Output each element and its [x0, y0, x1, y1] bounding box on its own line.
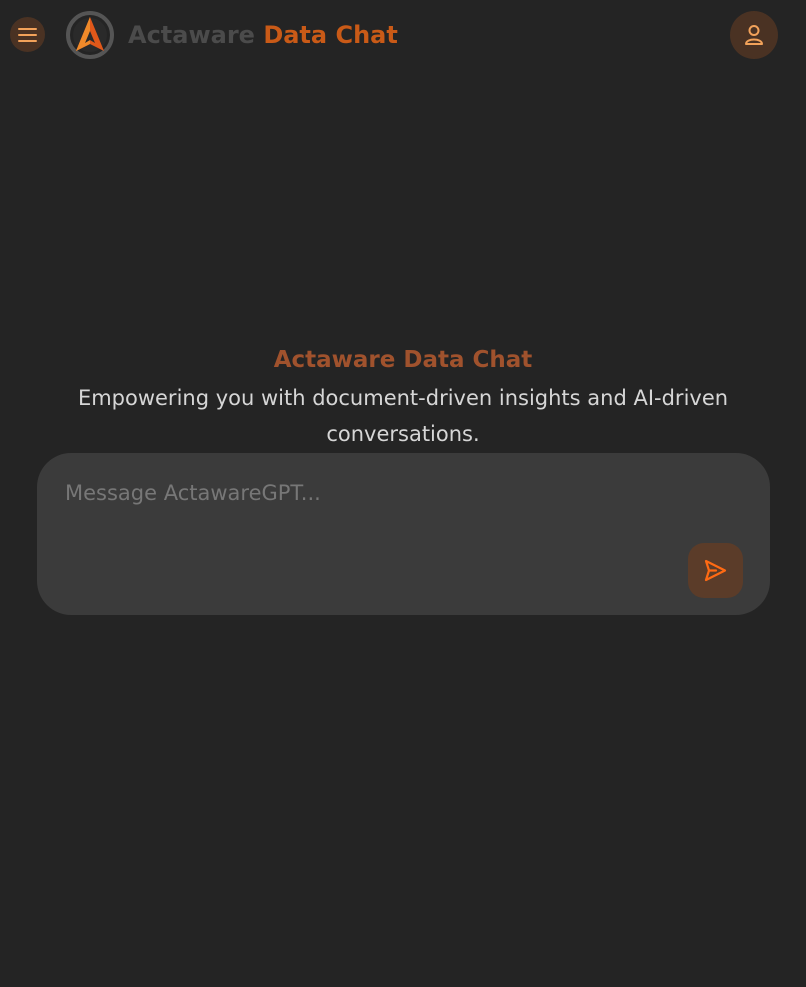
hamburger-menu-icon-line — [18, 34, 37, 36]
message-composer — [37, 453, 770, 615]
hamburger-menu-icon — [18, 28, 37, 30]
user-profile-button[interactable] — [730, 11, 778, 59]
welcome-title: Actaware Data Chat — [273, 347, 533, 373]
app-header: Actaware Data Chat — [0, 0, 806, 70]
send-icon — [704, 559, 727, 582]
welcome-section: Actaware Data Chat Empowering you with d… — [0, 340, 806, 452]
menu-button[interactable] — [10, 17, 45, 52]
app-brand-title: Actaware Data Chat — [128, 19, 398, 51]
actaware-logo-icon — [66, 11, 114, 59]
send-button[interactable] — [688, 543, 743, 598]
hamburger-menu-icon-line — [18, 40, 37, 42]
brand-product: Data Chat — [263, 21, 398, 49]
user-icon — [745, 25, 763, 45]
message-input[interactable] — [65, 481, 665, 571]
brand-name: Actaware — [128, 21, 255, 49]
welcome-subtitle: Empowering you with document-driven insi… — [77, 386, 729, 446]
